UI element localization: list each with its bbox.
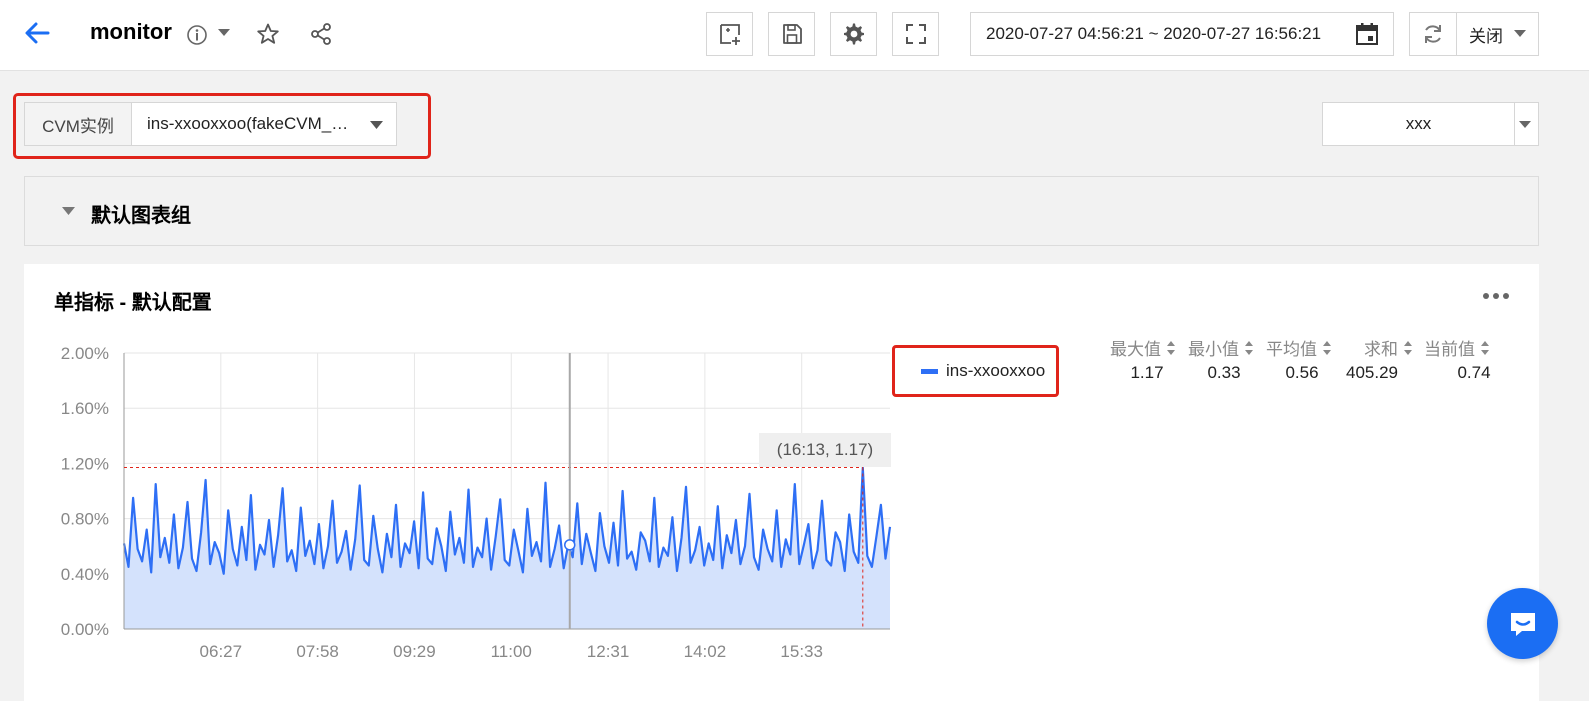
sort-icon [1167, 340, 1175, 355]
crosshair-point [564, 539, 576, 551]
chart-group-header[interactable]: 默认图表组 [24, 176, 1539, 246]
x-tick-label: 15:33 [780, 642, 823, 661]
stats-header-current[interactable]: 当前值 [1424, 335, 1490, 360]
stats-header-max[interactable]: 最大值 [1110, 335, 1176, 360]
y-tick-label: 2.00% [61, 344, 109, 363]
top-bar: monitor 2020-07-27 04:56:21 ~ 2020-07-27… [0, 0, 1589, 71]
chevron-down-icon [1514, 30, 1526, 37]
auto-refresh-control: 关闭 [1409, 12, 1539, 56]
refresh-icon [1425, 25, 1441, 43]
calendar-icon [1356, 23, 1378, 45]
filter-label: CVM实例 [24, 102, 132, 146]
y-tick-label: 0.80% [61, 510, 109, 529]
chart-tooltip: (16:13, 1.17) [759, 433, 891, 467]
stats-header-label: 当前值 [1424, 340, 1475, 359]
stats-header-min[interactable]: 最小值 [1188, 335, 1254, 360]
cpu-usage-chart[interactable]: 0.00% 0.40% 0.80% 1.20% 1.60% 2.00% 06:27 07:58… [24, 264, 904, 701]
settings-button[interactable] [830, 12, 877, 56]
stats-value-min: 0.33 [1207, 363, 1241, 382]
sort-icon [1481, 340, 1489, 355]
right-select[interactable]: xxx [1322, 102, 1539, 146]
stats-header-label: 平均值 [1266, 340, 1317, 359]
legend-label: ins-xxooxxoo [946, 361, 1046, 380]
chevron-down-icon [62, 207, 75, 215]
save-icon [782, 24, 802, 44]
x-tick-label: 11:00 [491, 642, 532, 661]
chart-group-label: 默认图表组 [91, 205, 191, 227]
back-arrow-icon[interactable] [22, 18, 52, 48]
chat-support-button[interactable] [1487, 588, 1558, 659]
page-title: monitor [90, 19, 172, 44]
cvm-instance-value: ins-xxooxxoo(fakeCVM_… [147, 114, 349, 133]
y-tick-label: 1.20% [61, 454, 109, 473]
refresh-interval-label: 关闭 [1469, 26, 1503, 46]
cvm-instance-select[interactable]: ins-xxooxxoo(fakeCVM_… [131, 102, 397, 146]
stats-value-max: 1.17 [1130, 363, 1164, 382]
refresh-interval-select[interactable]: 关闭 [1457, 13, 1538, 55]
chart-panel: 单指标 - 默认配置 0.00% 0.40% 0.80% 1.20% 1.60% 2.00… [24, 264, 1539, 701]
refresh-button[interactable] [1410, 13, 1457, 55]
save-button[interactable] [768, 12, 815, 56]
chevron-down-icon [370, 121, 383, 129]
chevron-down-icon [1519, 121, 1531, 128]
x-tick-label: 14:02 [684, 642, 727, 661]
more-icon[interactable] [1481, 289, 1511, 303]
legend-swatch [921, 368, 938, 374]
chat-icon [1510, 612, 1535, 636]
stats-header-label: 求和 [1364, 340, 1398, 359]
gear-icon [843, 23, 864, 45]
stats-value-sum: 405.29 [1346, 363, 1398, 382]
add-chart-icon [719, 24, 740, 45]
star-icon[interactable] [256, 22, 280, 46]
x-tick-label: 06:27 [200, 642, 243, 661]
stats-header-label: 最大值 [1110, 340, 1161, 359]
fullscreen-icon [905, 24, 926, 44]
y-tick-label: 0.40% [61, 565, 109, 584]
stats-value-current: 0.74 [1457, 363, 1491, 382]
stats-header-avg[interactable]: 平均值 [1266, 335, 1332, 360]
time-range-text: 2020-07-27 04:56:21 ~ 2020-07-27 16:56:2… [986, 24, 1322, 43]
legend-item[interactable]: ins-xxooxxoo [921, 361, 1045, 381]
stats-value-avg: 0.56 [1285, 363, 1319, 382]
sort-icon [1404, 340, 1412, 355]
stats-header-label: 最小值 [1188, 340, 1239, 359]
time-range-picker[interactable]: 2020-07-27 04:56:21 ~ 2020-07-27 16:56:2… [970, 12, 1394, 56]
sort-icon [1323, 340, 1331, 355]
share-icon[interactable] [309, 22, 333, 46]
info-icon[interactable] [186, 24, 208, 46]
x-tick-label: 09:29 [393, 642, 436, 661]
chevron-down-icon[interactable] [217, 28, 231, 38]
y-tick-label: 0.00% [61, 620, 109, 639]
fullscreen-button[interactable] [892, 12, 939, 56]
right-select-value: xxx [1323, 103, 1515, 145]
x-tick-label: 07:58 [296, 642, 339, 661]
x-tick-label: 12:31 [587, 642, 630, 661]
add-chart-button[interactable] [706, 12, 753, 56]
y-tick-label: 1.60% [61, 399, 109, 418]
stats-header-sum[interactable]: 求和 [1364, 335, 1413, 360]
sort-icon [1245, 340, 1253, 355]
